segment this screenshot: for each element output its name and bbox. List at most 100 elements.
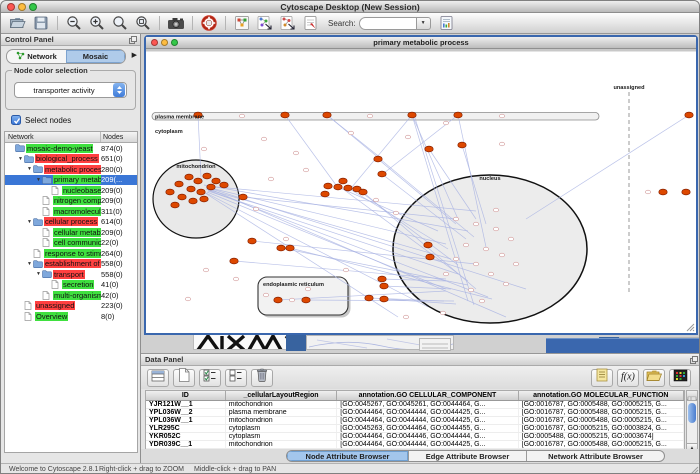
tree-expander-icon[interactable]: ▼ — [35, 177, 42, 183]
select-attributes-button[interactable] — [199, 369, 221, 387]
network-view-titlebar[interactable]: primary metabolic process — [146, 37, 696, 49]
tree-row[interactable]: macromolecule311(0) — [5, 206, 137, 217]
network-overview-icon[interactable] — [232, 14, 251, 32]
table-cell[interactable]: YKR052C — [146, 433, 226, 440]
tree-node-label[interactable]: multi-organism pro — [53, 291, 101, 300]
zoom-fit-icon[interactable] — [110, 14, 129, 32]
tree-node-label[interactable]: nitrogen compo — [53, 196, 101, 205]
delete-attribute-button[interactable] — [251, 369, 273, 387]
apply-layout-icon[interactable] — [255, 14, 274, 32]
attribute-matrix-button[interactable] — [669, 369, 691, 387]
tree-node-label[interactable]: cellular process — [44, 217, 98, 226]
window-resize-grip-icon[interactable] — [686, 323, 695, 332]
tree-node-label[interactable]: cellular metabo — [53, 228, 101, 237]
table-cell[interactable]: [GO:0044464, GO:0044444, GO:0044425, G..… — [337, 409, 518, 416]
tree-row[interactable]: response to stimulu264(0) — [5, 248, 137, 259]
tree-node-label[interactable]: macromolecule — [53, 207, 101, 216]
tree-header-network[interactable]: Network — [5, 132, 101, 142]
column-header[interactable]: _cellularLayoutRegion — [226, 391, 338, 400]
help-lifering-icon[interactable] — [199, 14, 218, 32]
save-session-icon[interactable] — [31, 14, 50, 32]
tree-row[interactable]: nucleobase-con209(0) — [5, 185, 137, 196]
tree-node-label[interactable]: biological_process — [35, 154, 99, 163]
table-cell[interactable]: [GO:0016787, GO:0005488, GO:0005215, G..… — [519, 401, 684, 408]
tree-expander-icon[interactable]: ▼ — [26, 261, 33, 267]
tree-node-label[interactable]: nucleobase-con — [62, 186, 101, 195]
table-cell[interactable]: YLR295C — [146, 425, 226, 432]
tab-network[interactable]: Network — [7, 50, 66, 63]
table-row[interactable]: YKR052Ccytoplasm[GO:0044464, GO:0044446,… — [146, 433, 684, 441]
tree-node-label[interactable]: Overview — [35, 312, 68, 321]
zoom-in-icon[interactable] — [87, 14, 106, 32]
tree-node-label[interactable]: cell communicat — [53, 238, 101, 247]
table-cell[interactable]: cytoplasm — [226, 433, 338, 440]
table-cell[interactable]: YPL036W__1 — [146, 417, 226, 424]
column-options-button[interactable] — [686, 390, 698, 400]
table-row[interactable]: YLR295Ccytoplasm[GO:0045263, GO:0044464,… — [146, 425, 684, 433]
notes-button[interactable] — [591, 369, 613, 387]
table-cell[interactable]: plasma membrane — [226, 409, 338, 416]
unselect-attributes-button[interactable] — [225, 369, 247, 387]
tree-row[interactable]: cellular metabo209(0) — [5, 227, 137, 238]
table-cell[interactable]: [GO:0045263, GO:0044464, GO:0044455, G..… — [337, 425, 518, 432]
tree-row[interactable]: ▼metabolic process280(0) — [5, 164, 137, 175]
table-row[interactable]: YDR039C__1mitochondrion[GO:0044464, GO:0… — [146, 441, 684, 449]
new-attribute-button[interactable] — [173, 369, 195, 387]
table-cell[interactable]: [GO:0016787, GO:0005215, GO:0003824, G..… — [519, 425, 684, 432]
tree-row[interactable]: nitrogen compo209(0) — [5, 196, 137, 207]
select-all-rows-button[interactable] — [147, 369, 169, 387]
search-input[interactable] — [359, 17, 417, 30]
tree-node-label[interactable]: response to stimulu — [44, 249, 101, 258]
tree-expander-icon[interactable]: ▼ — [35, 271, 42, 277]
tree-row[interactable]: unassigned223(0) — [5, 301, 137, 312]
table-cell[interactable]: [GO:0044464, GO:0044446, GO:0044444, G..… — [337, 433, 518, 440]
tree-row[interactable]: ▼biological_process651(0) — [5, 154, 137, 165]
tree-row[interactable]: ▼transport558(0) — [5, 269, 137, 280]
tree-row[interactable]: cell communicat22(0) — [5, 238, 137, 249]
table-cell[interactable]: [GO:0016787, GO:0005488, GO:0005215, G..… — [519, 417, 684, 424]
tree-expander-icon[interactable]: ▼ — [17, 156, 24, 162]
close-button[interactable] — [7, 3, 15, 11]
background-window-fragment[interactable] — [546, 338, 700, 353]
tree-node-label[interactable]: secretion — [62, 280, 94, 289]
formula-builder-button[interactable]: f(x) — [617, 369, 639, 387]
annotation-icon[interactable] — [301, 14, 320, 32]
zoom-selected-icon[interactable] — [133, 14, 152, 32]
tree-row[interactable]: Overview8(0) — [5, 311, 137, 322]
table-cell[interactable]: [GO:0005488, GO:0005215, GO:0003674] — [519, 433, 684, 440]
apply-vizmap-icon[interactable] — [278, 14, 297, 32]
tree-node-label[interactable]: unassigned — [35, 301, 75, 310]
float-panel-icon[interactable] — [129, 36, 137, 48]
scrollbar-thumb[interactable] — [688, 403, 696, 423]
tree-node-label[interactable]: metabolic process — [44, 165, 101, 174]
view-close-button[interactable] — [151, 39, 158, 46]
table-cell[interactable]: [GO:0045267, GO:0045261, GO:0044464, G..… — [337, 401, 518, 408]
snapshot-camera-icon[interactable] — [166, 14, 185, 32]
tree-row[interactable]: ▼cellular process614(0) — [5, 217, 137, 228]
view-zoom-button[interactable] — [171, 39, 178, 46]
table-cell[interactable]: YJR121W__1 — [146, 401, 226, 408]
tree-row[interactable]: mosaic-demo-yeast874(0) — [5, 143, 137, 154]
table-row[interactable]: YPL036W__2plasma membrane[GO:0044464, GO… — [146, 409, 684, 417]
table-cell[interactable]: YPL036W__2 — [146, 409, 226, 416]
tree-node-label[interactable]: transport — [53, 270, 85, 279]
tab-network-attribute-browser[interactable]: Network Attribute Browser — [527, 451, 664, 461]
report-icon[interactable] — [437, 14, 456, 32]
tree-header-nodes[interactable]: Nodes — [101, 132, 137, 142]
table-cell[interactable]: [GO:0016787, GO:0005488, GO:0005215, G..… — [519, 441, 684, 448]
table-cell[interactable]: mitochondrion — [226, 441, 338, 448]
table-row[interactable]: YJR121W__1mitochondrion[GO:0045267, GO:0… — [146, 401, 684, 409]
table-row[interactable]: YPL036W__1mitochondrion[GO:0044464, GO:0… — [146, 417, 684, 425]
tree-row[interactable]: secretion41(0) — [5, 280, 137, 291]
tree-node-label[interactable]: mosaic-demo-yeast — [26, 144, 93, 153]
table-cell[interactable]: mitochondrion — [226, 401, 338, 408]
tab-mosaic[interactable]: Mosaic — [66, 50, 125, 63]
import-attributes-button[interactable] — [643, 369, 665, 387]
column-header[interactable]: ID — [146, 391, 226, 400]
tree-node-label[interactable]: primary metabolic — [53, 175, 101, 184]
table-cell[interactable]: [GO:0044464, GO:0044444, GO:0044425, G..… — [337, 441, 518, 448]
tab-edge-attribute-browser[interactable]: Edge Attribute Browser — [409, 451, 527, 461]
table-cell[interactable]: YDR039C__1 — [146, 441, 226, 448]
search-options-dropdown-icon[interactable]: ▼ — [417, 17, 431, 30]
column-header[interactable]: annotation.GO MOLECULAR_FUNCTION — [519, 391, 684, 400]
